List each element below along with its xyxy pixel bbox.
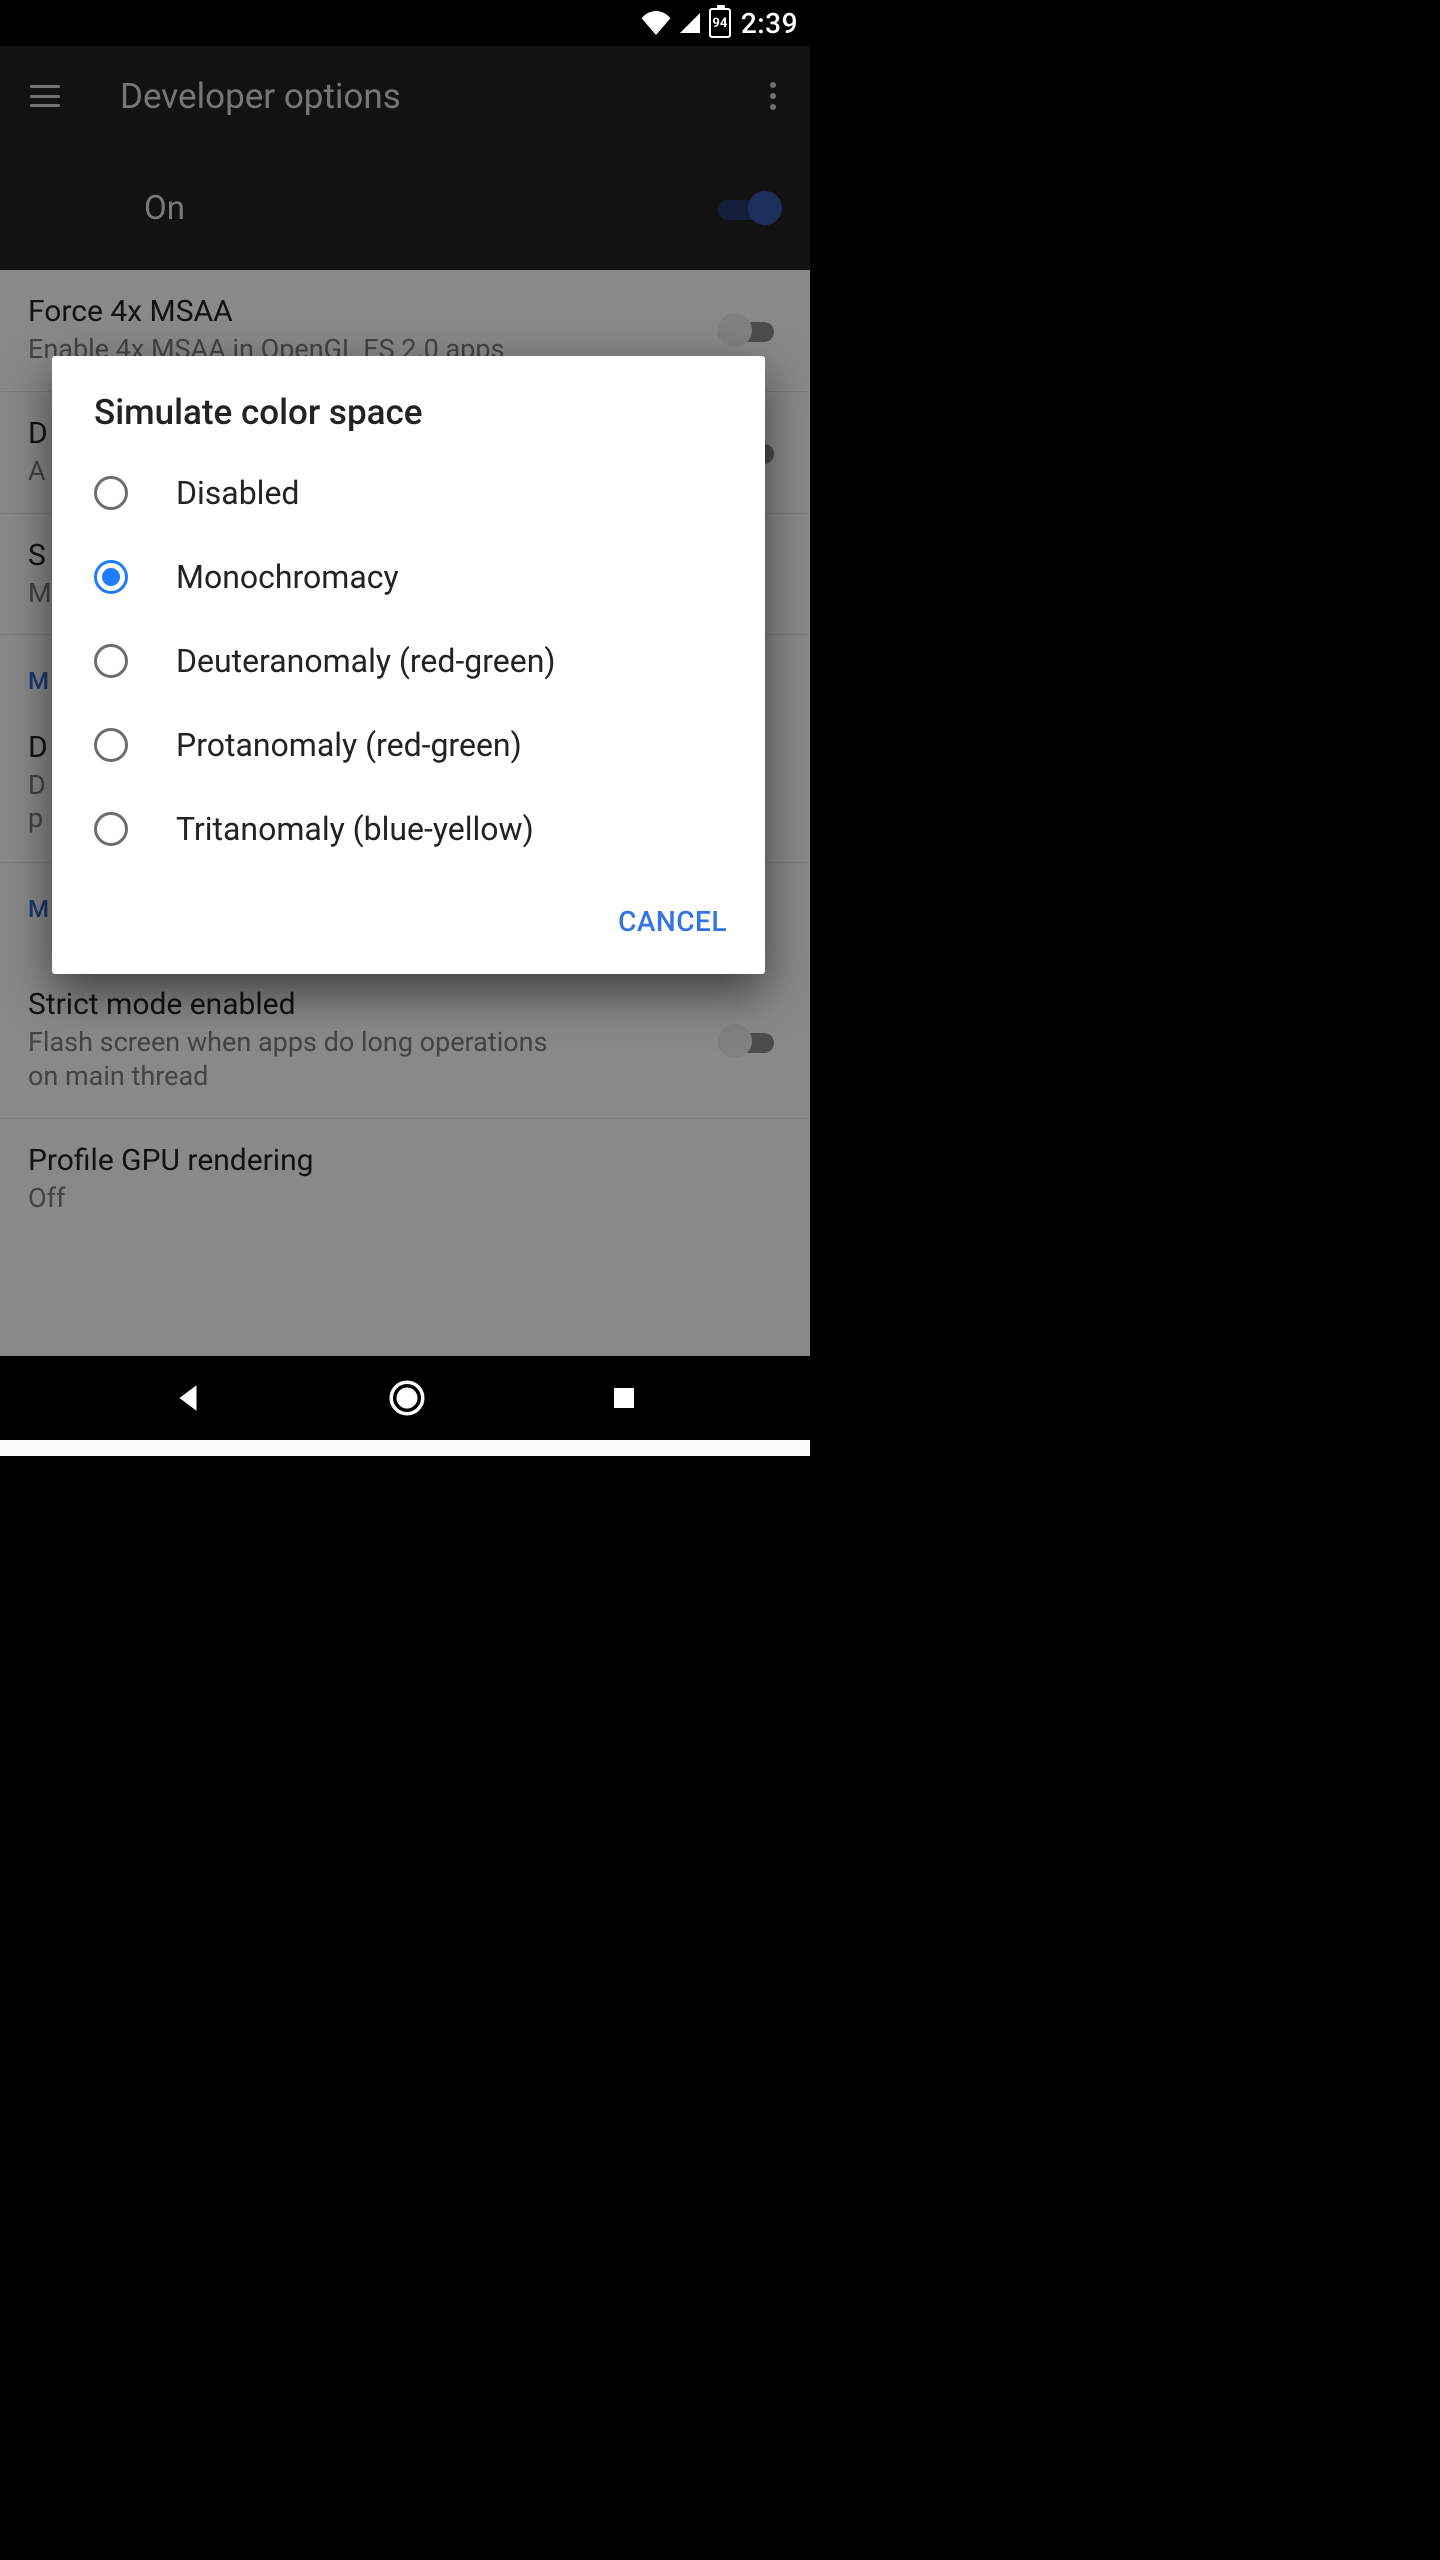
wifi-icon [641,11,671,35]
option-label: Deuteranomaly (red-green) [176,642,556,680]
radio-icon [94,644,128,678]
status-bar: 94 2:39 [0,0,810,46]
nav-bar [0,1356,810,1440]
option-monochromacy[interactable]: Monochromacy [52,535,765,619]
option-protanomaly[interactable]: Protanomaly (red-green) [52,703,765,787]
option-label: Protanomaly (red-green) [176,726,522,764]
radio-icon [94,476,128,510]
cell-signal-icon [677,11,703,35]
battery-icon: 94 [709,8,731,38]
option-label: Monochromacy [176,558,399,596]
radio-icon [94,560,128,594]
dialog-title: Simulate color space [52,392,765,451]
battery-percent: 94 [712,16,727,31]
option-deuteranomaly[interactable]: Deuteranomaly (red-green) [52,619,765,703]
dialog-simulate-color-space: Simulate color space Disabled Monochroma… [52,356,765,974]
dialog-actions: CANCEL [52,871,765,956]
radio-icon [94,812,128,846]
option-disabled[interactable]: Disabled [52,451,765,535]
nav-home-icon[interactable] [386,1377,428,1419]
option-label: Disabled [176,474,299,512]
option-tritanomaly[interactable]: Tritanomaly (blue-yellow) [52,787,765,871]
radio-icon [94,728,128,762]
option-label: Tritanomaly (blue-yellow) [176,810,534,848]
nav-recent-icon[interactable] [609,1383,639,1413]
nav-back-icon[interactable] [171,1381,205,1415]
device-frame: 94 2:39 Developer options On Force 4x MS… [0,0,810,1440]
cancel-button[interactable]: CANCEL [604,897,741,946]
status-clock: 2:39 [737,7,798,40]
